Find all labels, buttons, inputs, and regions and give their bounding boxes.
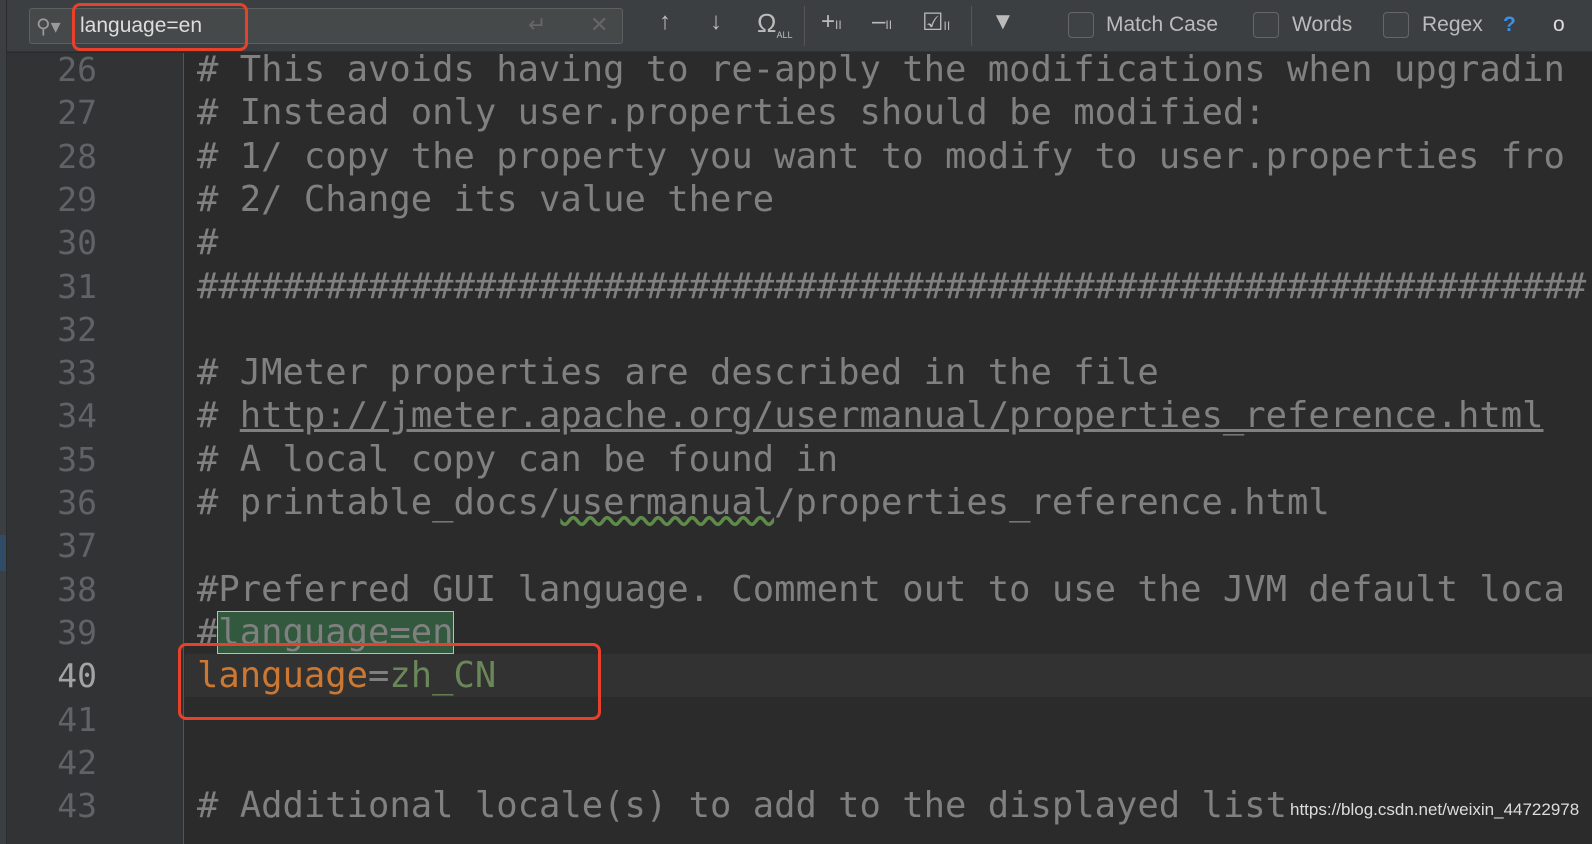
code-text: # 2/ Change its value there	[197, 178, 775, 220]
search-input[interactable]	[80, 13, 500, 39]
line-number: 34	[57, 396, 97, 436]
line-number: 42	[57, 742, 97, 782]
arrow-up-icon[interactable]: ↑	[659, 8, 671, 36]
line-number: 26	[57, 50, 97, 89]
code-line[interactable]: #	[197, 221, 218, 264]
line-number: 35	[57, 439, 97, 479]
code-line[interactable]: # Additional locale(s) to add to the dis…	[197, 784, 1287, 827]
code-text: ########################################…	[197, 265, 1587, 307]
divider	[804, 6, 805, 46]
code-text: # This avoids having to re-apply the mod…	[197, 49, 1565, 90]
line-number-gutter: 26 27 28 29 30 31 32 33 34 35 36 37 38 39 40 41 42 43	[7, 50, 184, 844]
code-editor[interactable]: # This avoids having to re-apply the mod…	[185, 49, 1592, 844]
code-text: # Instead only user.properties should be…	[197, 92, 1266, 134]
code-text: # Additional locale(s) to add to the dis…	[197, 785, 1288, 827]
code-line[interactable]: # This avoids having to re-apply the mod…	[197, 48, 1565, 91]
code-line[interactable]: # http://jmeter.apache.org/usermanual/pr…	[197, 394, 1544, 437]
remove-selection-icon[interactable]: –II	[872, 8, 892, 36]
words-checkbox[interactable]	[1253, 12, 1279, 38]
property-value: zh_CN	[389, 655, 497, 697]
line-number: 37	[57, 526, 97, 566]
line-number: 36	[57, 483, 97, 522]
match-case-label[interactable]: Match Case	[1106, 13, 1218, 37]
watermark: https://blog.csdn.net/weixin_44722978	[1290, 800, 1580, 819]
code-line[interactable]: ########################################…	[197, 265, 1586, 308]
words-label[interactable]: Words	[1292, 13, 1352, 37]
select-all-occurrences-icon[interactable]: ΩALL	[757, 8, 792, 40]
code-text: #	[197, 222, 219, 264]
arrow-down-icon[interactable]: ↓	[710, 8, 722, 36]
search-match: language=en	[217, 610, 455, 654]
divider	[971, 6, 972, 46]
search-field[interactable]: ⚲▾ ↵ ✕	[29, 8, 623, 44]
match-case-checkbox[interactable]	[1068, 12, 1094, 38]
regex-label[interactable]: Regex	[1422, 13, 1483, 37]
code-line[interactable]: # Instead only user.properties should be…	[197, 91, 1266, 134]
code-text: /properties_reference.html	[774, 482, 1330, 523]
regex-checkbox[interactable]	[1383, 12, 1409, 38]
line-number: 27	[57, 93, 97, 133]
search-icon[interactable]: ⚲▾	[36, 14, 61, 39]
select-all-label: ALL	[776, 30, 793, 41]
line-number: 38	[57, 569, 97, 609]
code-line[interactable]: #Preferred GUI language. Comment out to …	[197, 568, 1565, 611]
code-text: # 1/ copy the property you want to modif…	[197, 135, 1565, 177]
code-text: #	[197, 611, 219, 653]
tool-strip-marker	[0, 535, 6, 571]
left-tool-strip	[0, 0, 7, 844]
clear-icon[interactable]: ✕	[590, 12, 608, 38]
toggle-selection-icon[interactable]: ☑II	[922, 8, 950, 37]
code-link: http://jmeter.apache.org/usermanual/prop…	[239, 395, 1544, 437]
code-line[interactable]: # A local copy can be found in	[197, 438, 838, 481]
results-text: o	[1553, 13, 1565, 36]
code-text: #Preferred GUI language. Comment out to …	[197, 568, 1565, 610]
line-number: 32	[57, 309, 97, 349]
line-number: 43	[57, 786, 97, 826]
code-line[interactable]: # JMeter properties are described in the…	[197, 351, 1159, 394]
line-number: 29	[57, 179, 97, 219]
filter-icon[interactable]: ▼	[991, 8, 1015, 36]
code-text: # JMeter properties are described in the…	[197, 352, 1159, 394]
code-line[interactable]: # 2/ Change its value there	[197, 178, 774, 221]
line-number: 39	[57, 612, 97, 652]
code-line[interactable]: #language=en	[197, 610, 455, 654]
enter-icon[interactable]: ↵	[528, 12, 546, 38]
line-number: 30	[57, 223, 97, 263]
code-text: # A local copy can be found in	[197, 438, 839, 480]
help-icon[interactable]: ?	[1503, 13, 1516, 37]
code-line[interactable]: language=zh_CN	[197, 654, 496, 697]
line-number: 41	[57, 699, 97, 739]
line-number: 33	[57, 353, 97, 393]
code-text: # printable_docs/	[197, 482, 561, 523]
line-number: 40	[57, 656, 97, 696]
spellcheck-word: usermanual	[560, 482, 775, 523]
find-toolbar: ⚲▾ ↵ ✕ ↑ ↓ ΩALL +II –II ☑II ▼ Match Case…	[7, 0, 1592, 52]
property-equals: =	[367, 655, 390, 697]
add-selection-icon[interactable]: +II	[821, 8, 842, 36]
property-key: language	[197, 655, 368, 697]
line-number: 31	[57, 266, 97, 306]
code-line[interactable]: # printable_docs/usermanual/properties_r…	[197, 481, 1330, 524]
line-number: 28	[57, 136, 97, 176]
code-line[interactable]: # 1/ copy the property you want to modif…	[197, 135, 1565, 178]
code-text: #	[197, 395, 240, 437]
